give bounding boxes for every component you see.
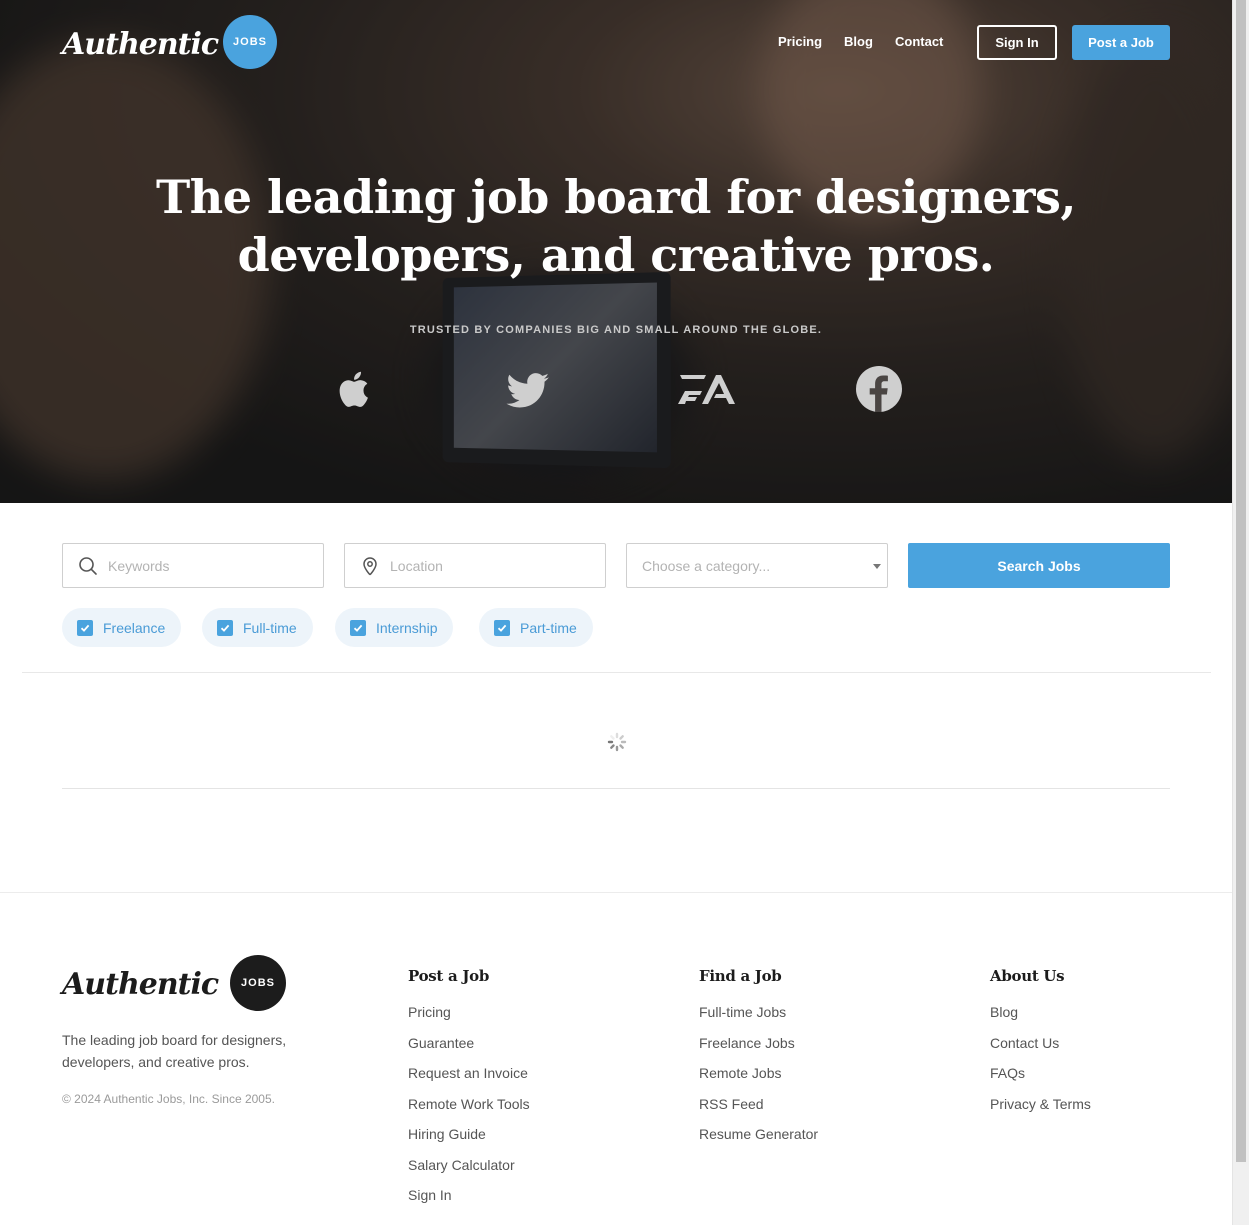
location-input[interactable] (345, 544, 605, 587)
keywords-input[interactable] (63, 544, 323, 587)
checkbox-checked-icon[interactable] (77, 619, 93, 636)
footer-divider (0, 892, 1232, 893)
footer-column-title: Find a Job (699, 967, 782, 985)
footer-link-hiring-guide[interactable]: Hiring Guide (408, 1126, 530, 1157)
logo-jobs-badge[interactable]: JOBS (223, 15, 277, 69)
checkbox-checked-icon[interactable] (494, 619, 510, 636)
filter-chip-internship[interactable]: Internship (335, 608, 454, 647)
hero-section: Authentic JOBS Pricing Blog Contact Sign… (0, 0, 1232, 503)
checkbox-checked-icon[interactable] (217, 619, 233, 636)
nav-blog-link[interactable]: Blog (844, 34, 873, 49)
footer-link-resume-generator[interactable]: Resume Generator (699, 1126, 818, 1157)
loading-spinner-icon (607, 732, 627, 752)
category-select-value: Choose a category... (642, 558, 771, 574)
footer-column-find-a-job: Find a Job Full-time Jobs Freelance Jobs… (699, 967, 818, 1157)
filter-chip-label: Internship (376, 619, 438, 636)
category-select[interactable]: Choose a category... (626, 543, 888, 588)
trusted-by-text: TRUSTED BY COMPANIES BIG AND SMALL AROUN… (409, 324, 823, 336)
filter-chip-full-time[interactable]: Full-time (202, 608, 313, 647)
chevron-down-icon (873, 564, 881, 569)
top-navigation: Authentic JOBS Pricing Blog Contact Sign… (0, 0, 1232, 90)
nav-pricing-link[interactable]: Pricing (778, 34, 822, 49)
footer-link-remote-work-tools[interactable]: Remote Work Tools (408, 1096, 530, 1127)
footer-link-guarantee[interactable]: Guarantee (408, 1035, 530, 1066)
facebook-icon (853, 363, 905, 415)
hero-headline: The leading job board for designers, dev… (0, 168, 1232, 284)
footer-link-privacy-terms[interactable]: Privacy & Terms (990, 1096, 1091, 1127)
post-a-job-button[interactable]: Post a Job (1072, 25, 1170, 60)
filter-chip-label: Freelance (103, 619, 166, 636)
divider (22, 672, 1211, 673)
footer-column-post-a-job: Post a Job Pricing Guarantee Request an … (408, 967, 530, 1218)
scrollbar-thumb[interactable] (1236, 0, 1246, 1162)
footer-link-contact-us[interactable]: Contact Us (990, 1035, 1091, 1066)
page-scrollbar[interactable] (1232, 0, 1249, 1225)
keywords-field[interactable] (62, 543, 324, 588)
filter-chip-freelance[interactable]: Freelance (62, 608, 182, 647)
filter-chip-part-time[interactable]: Part-time (479, 608, 593, 647)
footer-link-salary-calculator[interactable]: Salary Calculator (408, 1157, 530, 1188)
search-jobs-button[interactable]: Search Jobs (908, 543, 1170, 588)
footer-column-title: About Us (990, 967, 1065, 985)
hero-headline-line1: The leading job board for designers, (156, 170, 1076, 224)
footer-link-full-time-jobs[interactable]: Full-time Jobs (699, 1004, 818, 1035)
location-field[interactable] (344, 543, 606, 588)
filter-chip-label: Part-time (520, 619, 577, 636)
hero-headline-line2: developers, and creative pros. (237, 228, 995, 282)
twitter-icon (502, 363, 554, 415)
footer-link-request-invoice[interactable]: Request an Invoice (408, 1065, 530, 1096)
footer-link-remote-jobs[interactable]: Remote Jobs (699, 1065, 818, 1096)
footer-copyright: © 2024 Authentic Jobs, Inc. Since 2005. (62, 1092, 275, 1106)
footer-link-blog[interactable]: Blog (990, 1004, 1091, 1035)
footer-column-title: Post a Job (408, 967, 490, 985)
footer-link-faqs[interactable]: FAQs (990, 1065, 1091, 1096)
footer-link-freelance-jobs[interactable]: Freelance Jobs (699, 1035, 818, 1066)
logo-wordmark[interactable]: Authentic (62, 27, 219, 62)
checkbox-checked-icon[interactable] (350, 619, 366, 636)
location-pin-icon (363, 557, 377, 576)
footer-link-rss-feed[interactable]: RSS Feed (699, 1096, 818, 1127)
apple-icon (328, 363, 380, 415)
search-icon (79, 557, 97, 575)
footer-tagline: The leading job board for designers, dev… (62, 1032, 287, 1070)
footer-link-pricing[interactable]: Pricing (408, 1004, 530, 1035)
filter-chip-label: Full-time (243, 619, 297, 636)
footer-logo-wordmark[interactable]: Authentic (62, 967, 219, 1002)
ea-icon (672, 363, 736, 415)
sign-in-button[interactable]: Sign In (977, 25, 1057, 60)
divider (62, 788, 1170, 789)
footer-logo-jobs-badge[interactable]: JOBS (230, 955, 286, 1011)
nav-contact-link[interactable]: Contact (895, 34, 943, 49)
footer-link-sign-in[interactable]: Sign In (408, 1187, 530, 1218)
footer-column-about-us: About Us Blog Contact Us FAQs Privacy & … (990, 967, 1091, 1126)
